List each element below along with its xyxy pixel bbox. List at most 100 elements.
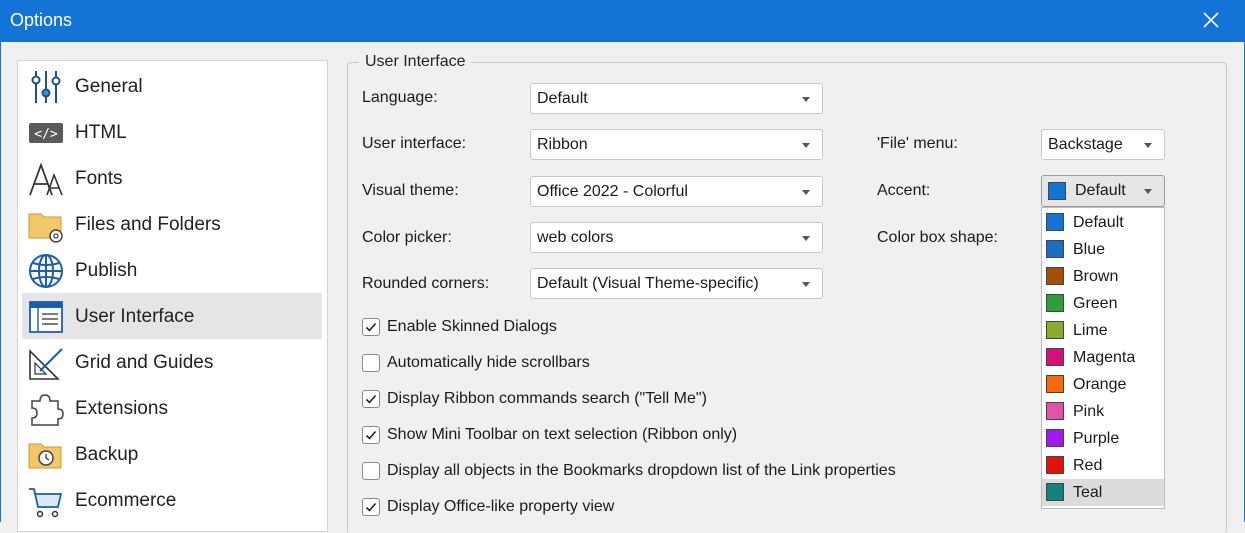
accent-option-magenta[interactable]: Magenta — [1042, 344, 1164, 371]
group-title: User Interface — [359, 53, 472, 71]
color-swatch — [1046, 429, 1064, 447]
rounded-corners-dropdown[interactable]: Default (Visual Theme-specific) — [530, 268, 823, 299]
fonts-icon — [29, 162, 63, 196]
chevron-down-icon — [1144, 143, 1152, 148]
option-label: Blue — [1073, 241, 1106, 258]
accent-dropdown-list: Default Blue Brown Green Lime Magenta Or… — [1041, 207, 1165, 509]
file-menu-dropdown[interactable]: Backstage — [1041, 129, 1165, 160]
checkbox-label: Display Office-like property view — [387, 498, 615, 515]
color-swatch — [1046, 402, 1064, 420]
nav-item-files-and-folders[interactable]: Files and Folders — [22, 201, 322, 247]
nav-item-label: Files and Folders — [75, 214, 221, 235]
sliders-icon — [31, 71, 61, 103]
window-layout-icon — [29, 301, 63, 333]
chevron-down-icon — [802, 236, 810, 241]
nav-item-user-interface[interactable]: User Interface — [22, 293, 322, 339]
nav-item-label: General — [75, 76, 143, 97]
checkbox-label: Enable Skinned Dialogs — [387, 318, 557, 335]
close-icon[interactable] — [1197, 6, 1225, 34]
user-interface-label: User interface: — [362, 135, 467, 152]
enable-skinned-dialogs-checkbox[interactable] — [362, 318, 380, 336]
color-swatch — [1046, 456, 1064, 474]
color-swatch — [1046, 483, 1064, 501]
color-swatch — [1046, 348, 1064, 366]
option-label: Purple — [1073, 430, 1120, 447]
nav-item-label: Backup — [75, 444, 139, 465]
nav-item-publish[interactable]: Publish — [22, 247, 322, 293]
checkbox-label: Automatically hide scrollbars — [387, 354, 590, 371]
checkbox-label: Show Mini Toolbar on text selection (Rib… — [387, 426, 738, 443]
nav-item-backup[interactable]: Backup — [22, 431, 322, 477]
accent-option-lime[interactable]: Lime — [1042, 317, 1164, 344]
option-label: Brown — [1073, 268, 1119, 285]
title-bar: Options — [0, 0, 1245, 42]
nav-item-html[interactable]: </> HTML — [22, 109, 322, 155]
chevron-down-icon — [1144, 189, 1152, 194]
rounded-corners-value: Default (Visual Theme-specific) — [537, 275, 759, 292]
option-label: Lime — [1073, 322, 1108, 339]
language-value: Default — [537, 90, 588, 107]
color-swatch — [1046, 267, 1064, 285]
mini-toolbar-checkbox[interactable] — [362, 426, 380, 444]
visual-theme-label: Visual theme: — [362, 182, 459, 199]
globe-icon — [29, 254, 63, 288]
color-picker-dropdown[interactable]: web colors — [530, 222, 823, 253]
accent-option-orange[interactable]: Orange — [1042, 371, 1164, 398]
visual-theme-dropdown[interactable]: Office 2022 - Colorful — [530, 176, 823, 207]
office-property-view-checkbox[interactable] — [362, 498, 380, 516]
chevron-down-icon — [802, 97, 810, 102]
auto-hide-scrollbars-checkbox[interactable] — [362, 354, 380, 372]
option-label: Default — [1073, 214, 1124, 231]
accent-option-purple[interactable]: Purple — [1042, 425, 1164, 452]
file-menu-value: Backstage — [1048, 136, 1123, 153]
rounded-corners-label: Rounded corners: — [362, 275, 490, 292]
nav-item-general[interactable]: General — [22, 63, 322, 109]
option-label: Magenta — [1073, 349, 1136, 366]
color-picker-value: web colors — [537, 229, 614, 246]
accent-option-green[interactable]: Green — [1042, 290, 1164, 317]
option-label: Red — [1073, 457, 1103, 474]
color-swatch — [1046, 321, 1064, 339]
visual-theme-value: Office 2022 - Colorful — [537, 183, 688, 200]
nav-item-label: Extensions — [75, 398, 168, 419]
checkmark-icon — [365, 322, 377, 332]
option-label: Green — [1073, 295, 1118, 312]
nav-item-grid-and-guides[interactable]: Grid and Guides — [22, 339, 322, 385]
nav-item-label: Fonts — [75, 168, 123, 189]
color-picker-label: Color picker: — [362, 229, 452, 246]
nav-item-fonts[interactable]: Fonts — [22, 155, 322, 201]
accent-option-pink[interactable]: Pink — [1042, 398, 1164, 425]
accent-option-brown[interactable]: Brown — [1042, 263, 1164, 290]
color-swatch — [1046, 213, 1064, 231]
nav-item-label: Grid and Guides — [75, 352, 214, 373]
options-dialog: General </> HTML Fonts Files and Folders — [0, 42, 1245, 533]
user-interface-dropdown[interactable]: Ribbon — [530, 129, 823, 160]
accent-option-red[interactable]: Red — [1042, 452, 1164, 479]
file-menu-label: 'File' menu: — [877, 135, 958, 152]
chevron-down-icon — [802, 190, 810, 195]
nav-item-label: Ecommerce — [75, 490, 177, 511]
ribbon-search-checkbox[interactable] — [362, 390, 380, 408]
accent-value: Default — [1075, 182, 1126, 199]
color-swatch — [1046, 375, 1064, 393]
nav-item-extensions[interactable]: Extensions — [22, 385, 322, 431]
checkmark-icon — [365, 430, 377, 440]
option-label: Orange — [1073, 376, 1127, 393]
accent-option-default[interactable]: Default — [1042, 209, 1164, 236]
checkmark-icon — [365, 394, 377, 404]
puzzle-icon — [31, 394, 64, 426]
language-dropdown[interactable]: Default — [530, 83, 823, 114]
accent-option-teal[interactable]: Teal — [1042, 479, 1164, 506]
accent-dropdown[interactable]: Default — [1041, 175, 1165, 207]
checkmark-icon — [365, 502, 377, 512]
option-label: Pink — [1073, 403, 1105, 420]
color-swatch — [1046, 240, 1064, 258]
nav-item-ecommerce[interactable]: Ecommerce — [22, 477, 322, 523]
bookmarks-dropdown-checkbox[interactable] — [362, 462, 380, 480]
grid-ruler-icon — [29, 348, 63, 380]
chevron-down-icon — [802, 143, 810, 148]
nav-item-label: HTML — [75, 122, 127, 143]
user-interface-value: Ribbon — [537, 136, 588, 153]
accent-option-blue[interactable]: Blue — [1042, 236, 1164, 263]
chevron-down-icon — [802, 282, 810, 287]
